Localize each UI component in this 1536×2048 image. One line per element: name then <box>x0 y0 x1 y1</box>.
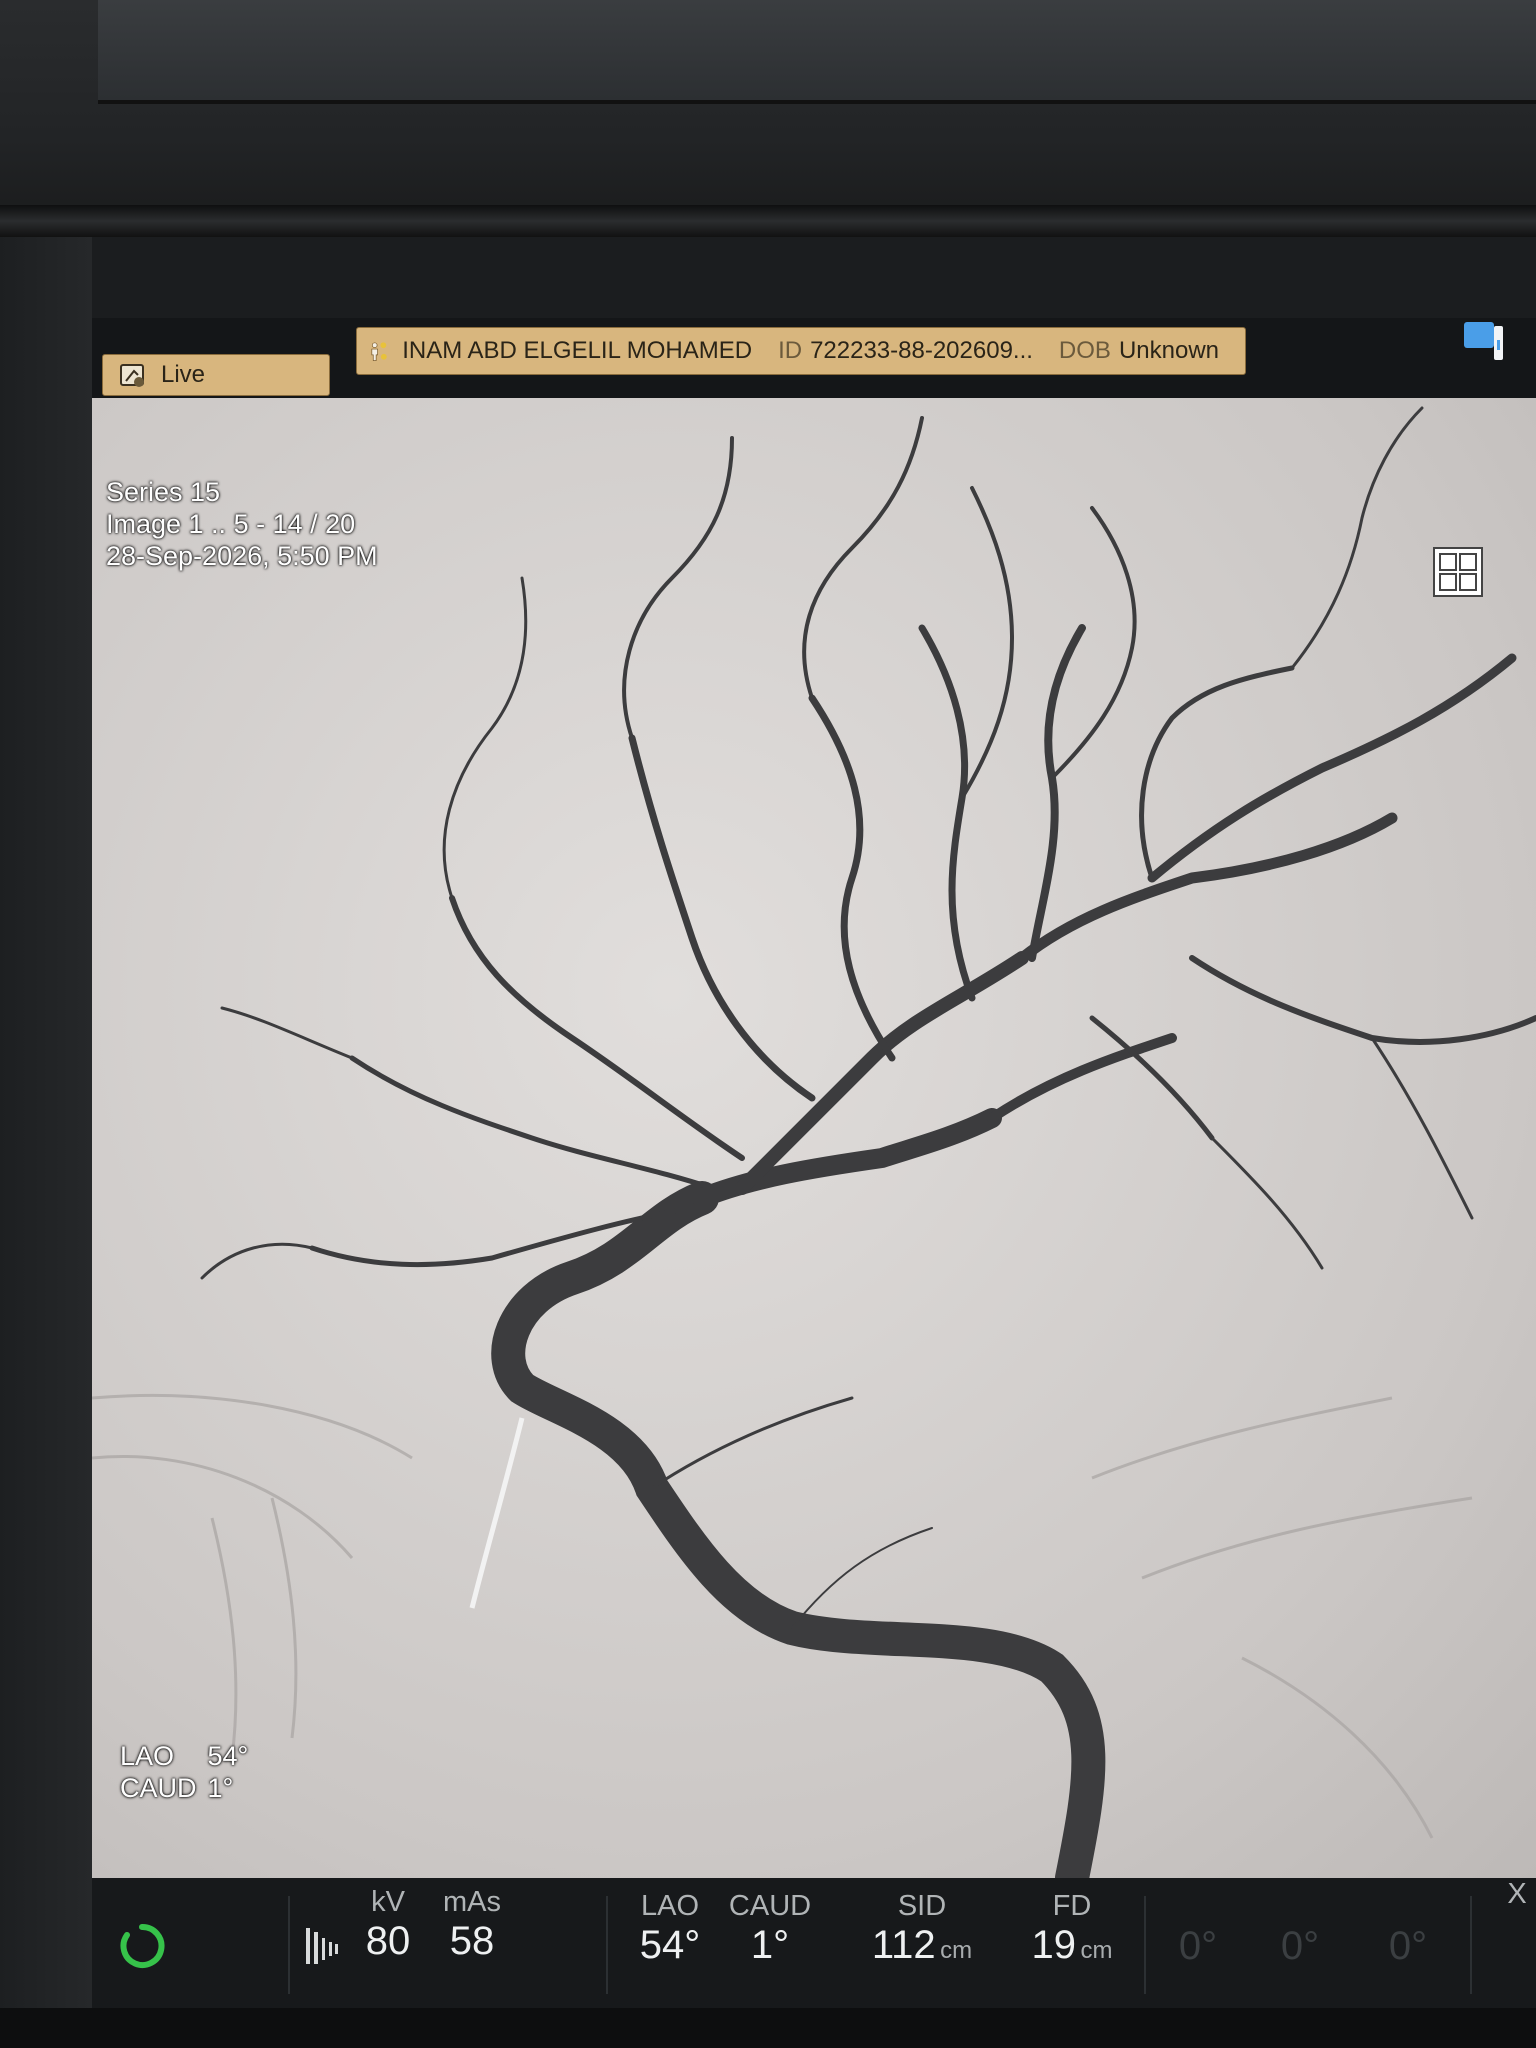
fd-label: FD <box>1052 1890 1092 1922</box>
mas-readout: mAs 58 <box>432 1886 512 1964</box>
disabled-readout-3: 0° <box>1378 1924 1438 1969</box>
mas-label: mAs <box>443 1886 501 1918</box>
disabled-value-2: 0° <box>1280 1924 1320 1968</box>
xray-pulse-icon <box>306 1928 338 1964</box>
lao-value: 54° <box>639 1923 701 1967</box>
acquiring-spinner-icon <box>120 1923 165 1968</box>
kv-readout: kV 80 <box>358 1886 418 1964</box>
edge-label: X <box>1507 1878 1527 1910</box>
disabled-value-1: 0° <box>1178 1924 1218 1968</box>
sid-unit: cm <box>940 1937 973 1964</box>
patient-name: INAM ABD ELGELIL MOHAMED <box>402 337 753 364</box>
bezel-edge <box>0 205 1536 237</box>
lao-label: LAO <box>640 1890 700 1922</box>
kv-label: kV <box>371 1886 405 1918</box>
patient-id-label: ID <box>778 337 803 364</box>
overlay-lao-label: LAO <box>120 1741 175 1771</box>
caud-label: CAUD <box>728 1890 812 1922</box>
desk-surface <box>0 2008 1536 2048</box>
angle-overlay: LAO 54° CAUD 1° <box>120 1740 248 1804</box>
overlay-caud-value: 1° <box>207 1773 234 1803</box>
fd-unit: cm <box>1080 1937 1113 1964</box>
acquisition-datetime: 28-Sep-2026, 5:50 PM <box>106 541 378 571</box>
disabled-readout-2: 0° <box>1270 1924 1330 1969</box>
carotid-artery <box>491 1181 1106 1878</box>
overlay-caud-label: CAUD <box>120 1773 197 1803</box>
vessel-image <box>92 406 1536 1878</box>
overlay-lao-value: 54° <box>207 1741 249 1771</box>
patient-banner[interactable]: INAM ABD ELGELIL MOHAMED ID 722233-88-20… <box>356 327 1246 375</box>
kv-value: 80 <box>365 1919 411 1963</box>
background-wall <box>0 237 92 2048</box>
upper-monitor <box>98 0 1536 104</box>
patient-icon <box>371 342 387 361</box>
live-camera-icon <box>120 364 144 387</box>
disabled-readout-1: 0° <box>1168 1924 1228 1969</box>
caud-value: 1° <box>750 1923 790 1967</box>
series-label: Series 15 <box>106 477 221 507</box>
caud-readout: CAUD 1° <box>720 1890 820 1968</box>
lao-readout: LAO 54° <box>630 1890 710 1968</box>
image-index: Image 1 .. 5 - 14 / 20 <box>106 509 356 539</box>
angiography-image[interactable]: Series 15 Image 1 .. 5 - 14 / 20 28-Sep-… <box>92 398 1536 1878</box>
monitor-icon[interactable] <box>1462 318 1506 362</box>
layout-grid-icon[interactable] <box>1432 546 1484 598</box>
fd-value: 19 <box>1031 1923 1077 1967</box>
tab-live-label: Live <box>161 361 206 388</box>
disabled-value-3: 0° <box>1388 1924 1428 1968</box>
patient-dob-label: DOB <box>1058 337 1111 364</box>
sid-value: 112 <box>871 1923 936 1967</box>
patient-id: 722233-88-202609... <box>810 337 1033 364</box>
patient-dob: Unknown <box>1118 337 1219 364</box>
tab-live[interactable]: Live <box>102 354 330 396</box>
image-info: Series 15 Image 1 .. 5 - 14 / 20 28-Sep-… <box>106 476 378 572</box>
sid-readout: SID 112 cm <box>862 1890 982 1968</box>
acquisition-status-bar: kV 80 mAs 58 LAO 54° CAUD 1° SID 112 cm … <box>92 1878 1536 2008</box>
mas-value: 58 <box>449 1919 495 1963</box>
fd-readout: FD 19 cm <box>1022 1890 1122 1968</box>
sid-label: SID <box>897 1890 947 1922</box>
catheter <box>469 1417 525 1609</box>
